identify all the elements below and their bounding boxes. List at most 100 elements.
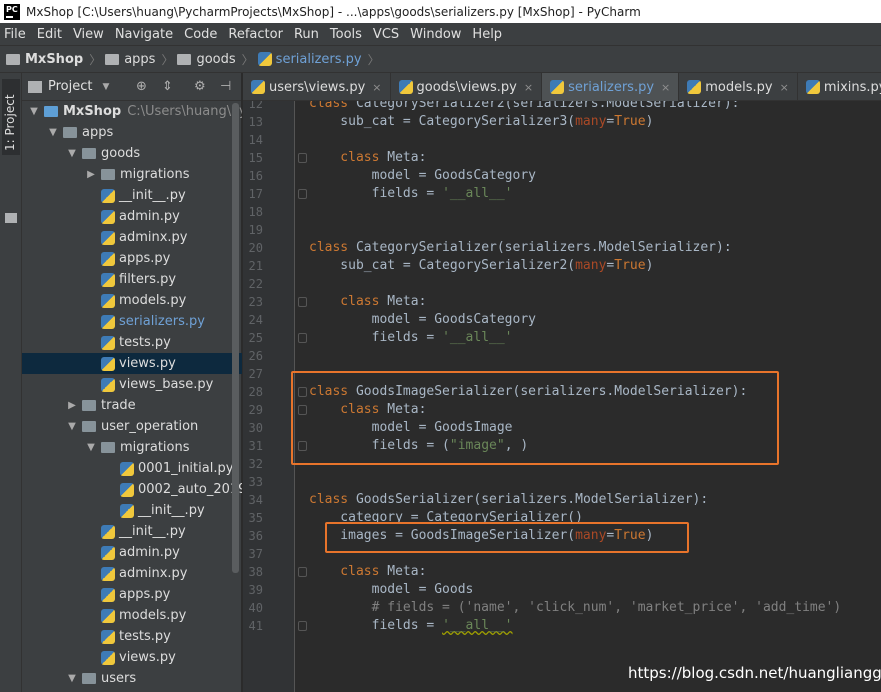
expanded-arrow-icon[interactable]: ▼ — [66, 673, 78, 684]
menu-file[interactable]: File — [4, 27, 26, 42]
tree-item[interactable]: 0001_initial.py — [22, 458, 242, 479]
code-line[interactable]: 25 fields = '__all__' — [243, 329, 881, 347]
menu-view[interactable]: View — [73, 27, 104, 42]
tree-item[interactable]: models.py — [22, 290, 242, 311]
tree-item[interactable]: views.py — [22, 353, 242, 374]
editor-tab[interactable]: mixins.py× — [798, 73, 881, 101]
tree-item[interactable]: ▼ users — [22, 668, 242, 689]
tree-item[interactable]: 0002_auto_20190508 — [22, 479, 242, 500]
code-line[interactable]: 17 fields = '__all__' — [243, 185, 881, 203]
tree-item[interactable]: apps.py — [22, 248, 242, 269]
project-panel-title[interactable]: Project — [48, 79, 92, 94]
code-line[interactable]: 26 — [243, 347, 881, 365]
expanded-arrow-icon[interactable]: ▼ — [47, 127, 59, 138]
tree-item[interactable]: adminx.py — [22, 227, 242, 248]
project-scrollbar[interactable] — [232, 103, 239, 573]
code-line[interactable]: 20 class CategorySerializer(serializers.M… — [243, 239, 881, 257]
code-line[interactable]: 33 — [243, 473, 881, 491]
code-line[interactable]: 13 sub_cat = CategorySerializer3(many=Tr… — [243, 113, 881, 131]
close-icon[interactable]: × — [524, 81, 533, 94]
code-editor[interactable]: 12 class CategorySerializer2(serializers.… — [243, 101, 881, 692]
fold-marker-icon[interactable] — [298, 153, 307, 163]
fold-marker-icon[interactable] — [298, 567, 307, 577]
tree-item[interactable]: tests.py — [22, 626, 242, 647]
tree-item[interactable]: ▼ apps — [22, 122, 242, 143]
code-line[interactable]: 37 — [243, 545, 881, 563]
breadcrumb-file[interactable]: serializers.py — [257, 52, 362, 67]
menu-tools[interactable]: Tools — [330, 27, 362, 42]
code-line[interactable]: 32 — [243, 455, 881, 473]
expanded-arrow-icon[interactable]: ▼ — [85, 442, 97, 453]
tree-item[interactable]: ▼ user_operation — [22, 416, 242, 437]
breadcrumb-goods[interactable]: goods — [177, 52, 236, 67]
tree-item[interactable]: views_base.py — [22, 374, 242, 395]
editor-tab[interactable]: users\views.py × — [243, 73, 391, 101]
collapsed-arrow-icon[interactable]: ▶ — [85, 169, 97, 180]
menu-window[interactable]: Window — [410, 27, 461, 42]
collapse-all-icon[interactable]: ⇕ — [162, 79, 173, 94]
tree-item[interactable]: __init__.py — [22, 185, 242, 206]
fold-marker-icon[interactable] — [298, 387, 307, 397]
tree-item[interactable]: admin.py — [22, 206, 242, 227]
menu-code[interactable]: Code — [184, 27, 217, 42]
hide-icon[interactable]: ⊣ — [220, 79, 231, 94]
tree-item[interactable]: serializers.py — [22, 311, 242, 332]
menu-vcs[interactable]: VCS — [373, 27, 399, 42]
code-line[interactable]: 16 model = GoodsCategory — [243, 167, 881, 185]
tree-item[interactable]: filters.py — [22, 269, 242, 290]
editor-tab[interactable]: serializers.py × — [542, 73, 680, 101]
tree-item[interactable]: adminx.py — [22, 563, 242, 584]
menu-navigate[interactable]: Navigate — [115, 27, 173, 42]
breadcrumb-project[interactable]: MxShop — [6, 52, 83, 67]
chevron-down-icon[interactable]: ▼ — [102, 82, 109, 92]
code-line[interactable]: 22 — [243, 275, 881, 293]
close-icon[interactable]: × — [372, 81, 381, 94]
code-line[interactable]: 15 class Meta: — [243, 149, 881, 167]
code-line[interactable]: 21 sub_cat = CategorySerializer2(many=Tr… — [243, 257, 881, 275]
project-tool-tab-label[interactable]: 1: Project — [3, 94, 17, 151]
code-line[interactable]: 34 class GoodsSerializer(serializers.Mode… — [243, 491, 881, 509]
menu-run[interactable]: Run — [294, 27, 319, 42]
editor-tab[interactable]: models.py × — [679, 73, 798, 101]
code-line[interactable]: 19 — [243, 221, 881, 239]
code-line[interactable]: 36 images = GoodsImageSerializer(many=Tr… — [243, 527, 881, 545]
code-line[interactable]: 38 class Meta: — [243, 563, 881, 581]
fold-marker-icon[interactable] — [298, 297, 307, 307]
fold-marker-icon[interactable] — [298, 189, 307, 199]
expanded-arrow-icon[interactable]: ▼ — [66, 148, 78, 159]
close-icon[interactable]: × — [780, 81, 789, 94]
tree-item[interactable]: views.py — [22, 647, 242, 668]
code-line[interactable]: 30 model = GoodsImage — [243, 419, 881, 437]
gear-icon[interactable]: ⚙ — [194, 79, 206, 94]
tree-item[interactable]: apps.py — [22, 584, 242, 605]
code-line[interactable]: 31 fields = ("image", ) — [243, 437, 881, 455]
tree-item[interactable]: __init__.py — [22, 521, 242, 542]
tree-item[interactable]: models.py — [22, 605, 242, 626]
tree-item[interactable]: ▼ migrations — [22, 437, 242, 458]
tree-item[interactable]: ▼ goods — [22, 143, 242, 164]
expanded-arrow-icon[interactable]: ▼ — [28, 106, 40, 117]
code-line[interactable]: 18 — [243, 203, 881, 221]
code-line[interactable]: 27 — [243, 365, 881, 383]
close-icon[interactable]: × — [661, 81, 670, 94]
tree-item[interactable]: admin.py — [22, 542, 242, 563]
fold-marker-icon[interactable] — [298, 405, 307, 415]
tree-item[interactable]: tests.py — [22, 332, 242, 353]
editor-tab[interactable]: goods\views.py × — [391, 73, 543, 101]
menu-help[interactable]: Help — [472, 27, 502, 42]
code-line[interactable]: 39 model = Goods — [243, 581, 881, 599]
code-line[interactable]: 23 class Meta: — [243, 293, 881, 311]
code-line[interactable]: 41 fields = '__all__' — [243, 617, 881, 635]
fold-marker-icon[interactable] — [298, 333, 307, 343]
fold-marker-icon[interactable] — [298, 621, 307, 631]
tree-item[interactable]: ▶ trade — [22, 395, 242, 416]
code-line[interactable]: 29 class Meta: — [243, 401, 881, 419]
code-line[interactable]: 28 class GoodsImageSerializer(serializers… — [243, 383, 881, 401]
collapsed-arrow-icon[interactable]: ▶ — [66, 400, 78, 411]
code-line[interactable]: 35 category = CategorySerializer() — [243, 509, 881, 527]
breadcrumb-apps[interactable]: apps — [105, 52, 155, 67]
tree-item[interactable]: ▼ MxShop C:\Users\huang\PycharmProjects — [22, 101, 242, 122]
menu-refactor[interactable]: Refactor — [228, 27, 283, 42]
fold-marker-icon[interactable] — [298, 441, 307, 451]
expanded-arrow-icon[interactable]: ▼ — [66, 421, 78, 432]
